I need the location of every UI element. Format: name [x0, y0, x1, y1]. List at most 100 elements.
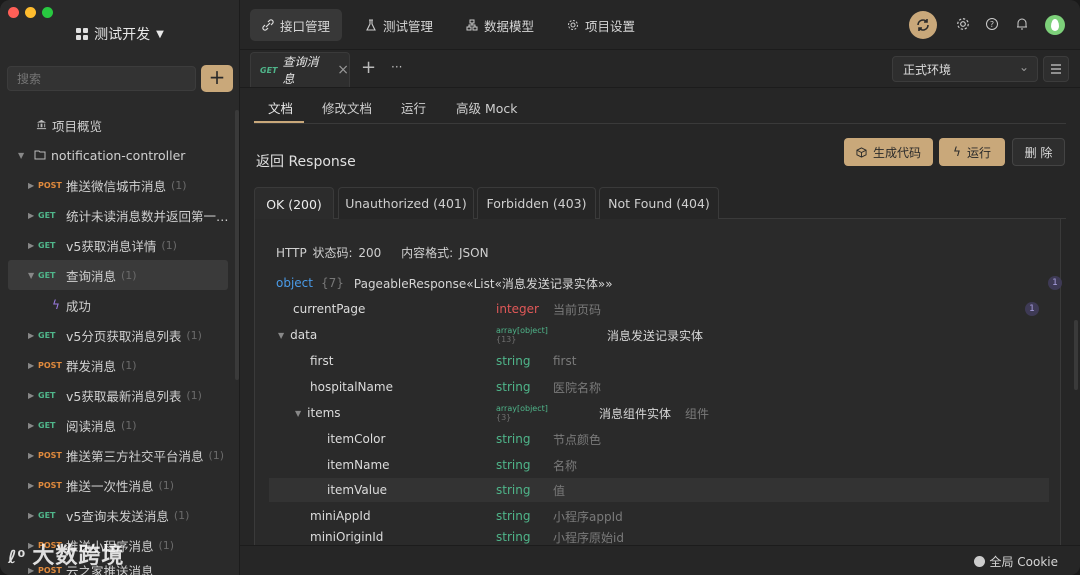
method-badge: GET: [38, 390, 56, 400]
tree-item[interactable]: ▶ POST 推送一次性消息 (1): [0, 470, 240, 500]
zoom-window-button[interactable]: [42, 7, 53, 18]
tree-item[interactable]: ▶ GET v5查询未发送消息 (1): [0, 500, 240, 530]
schema-field-row[interactable]: ▼ items array[object]{3} 消息组件实体 组件: [269, 401, 1049, 425]
chevron-right-icon: ▶: [28, 210, 35, 220]
help-button[interactable]: ?: [985, 17, 999, 31]
field-name: hospitalName: [310, 380, 393, 394]
cookie-icon: [974, 556, 986, 567]
tree-item-count: (1): [158, 478, 175, 492]
schema-root-row[interactable]: object {7} PageableResponse«List«消息发送记录实…: [276, 271, 1062, 295]
tree-folder-notification-controller[interactable]: ▼ notification-controller: [0, 140, 240, 170]
tab-advanced-mock[interactable]: 高级 Mock: [456, 98, 518, 117]
schema-field-row[interactable]: miniAppId string 小程序appId: [269, 504, 1049, 528]
environment-manage-button[interactable]: [1043, 56, 1069, 82]
doc-tab-active[interactable]: GET 查询消息 ×: [250, 52, 350, 87]
minimize-window-button[interactable]: [25, 7, 36, 18]
tab-run[interactable]: 运行: [401, 98, 426, 117]
chevron-down-icon: ⌄: [1018, 60, 1029, 74]
tab-edit-docs[interactable]: 修改文档: [322, 98, 372, 117]
gear-icon: [957, 18, 969, 30]
settings-button[interactable]: [956, 17, 970, 31]
tree-item-label: 群发消息: [66, 358, 117, 374]
delete-button[interactable]: 删 除: [1012, 138, 1065, 166]
tree-item[interactable]: ▶ GET v5分页获取消息列表 (1): [0, 320, 240, 350]
schema-field-row[interactable]: itemName string 名称: [269, 453, 1049, 477]
tree-item-selected[interactable]: ▼ GET 查询消息 (1): [8, 260, 228, 290]
tree-item[interactable]: ▶ POST 推送微信城市消息 (1): [0, 170, 240, 200]
close-window-button[interactable]: [8, 7, 19, 18]
notification-button[interactable]: [1015, 17, 1029, 31]
field-type: string: [496, 458, 531, 472]
tree-item[interactable]: ▶ POST 群发消息 (1): [0, 350, 240, 380]
close-icon[interactable]: ×: [337, 62, 349, 78]
tab-docs[interactable]: 文档: [268, 98, 293, 117]
field-name: currentPage: [293, 302, 366, 316]
schema-field-row[interactable]: currentPage integer 当前页码 1: [269, 297, 1049, 321]
nav-api-management[interactable]: 接口管理: [250, 9, 343, 41]
schema-field-row[interactable]: miniOriginId string 小程序原始id: [269, 529, 1049, 545]
tree-item-example[interactable]: ϟ 成功: [0, 290, 240, 320]
footer-bar: 全局 Cookie: [240, 545, 1080, 575]
tree-item-count: (1): [186, 388, 202, 402]
run-button[interactable]: ϟ 运行: [939, 138, 1005, 166]
root-type: object: [276, 276, 313, 290]
sidebar-scrollbar[interactable]: [235, 110, 239, 380]
tree-item[interactable]: ▶ GET 统计未读消息数并返回第一…: [0, 200, 240, 230]
add-button[interactable]: +: [201, 65, 233, 92]
main-scrollbar[interactable]: [1074, 320, 1078, 390]
tree-item-label: 查询消息: [66, 268, 117, 284]
tree-item-count: (1): [121, 418, 137, 432]
tree-item-count: (1): [121, 358, 137, 372]
tree-item[interactable]: ▶ GET v5获取最新消息列表 (1): [0, 380, 240, 410]
method-badge: GET: [38, 510, 56, 520]
tree-item-count: (1): [173, 508, 190, 522]
tab-ok-200[interactable]: OK (200): [254, 187, 334, 220]
field-desc: 名称: [553, 458, 578, 473]
tree-item-label: 项目概览: [52, 118, 103, 134]
schema-field-row[interactable]: first string first: [269, 349, 1049, 373]
nav-test-management[interactable]: 测试管理: [353, 9, 445, 41]
refresh-icon: [917, 19, 929, 31]
schema-field-row-hovered[interactable]: itemValue string 值: [269, 478, 1049, 502]
tab-forbidden-403[interactable]: Forbidden (403): [477, 187, 596, 219]
schema-badge: 1: [1048, 276, 1062, 290]
tree-item[interactable]: ▶ GET v5获取消息详情 (1): [0, 230, 240, 260]
tree-item[interactable]: ▶ GET 阅读消息 (1): [0, 410, 240, 440]
api-tree: 项目概览 ▼ notification-controller ▶ POST 推送…: [0, 110, 240, 575]
environment-select[interactable]: 正式环境 ⌄: [892, 56, 1038, 82]
field-desc: 消息组件实体: [599, 406, 672, 421]
chevron-down-icon: ▼: [295, 408, 302, 418]
schema-field-row[interactable]: hospitalName string 医院名称: [269, 375, 1049, 399]
tree-item-label: v5查询未发送消息: [66, 508, 169, 524]
field-type: string: [496, 432, 531, 446]
schema-field-row[interactable]: itemColor string 节点颜色: [269, 427, 1049, 451]
search-input[interactable]: [7, 66, 196, 91]
tree-item-overview[interactable]: 项目概览: [0, 110, 240, 140]
project-switcher[interactable]: 测试开发 ▼: [0, 24, 240, 44]
add-tab-button[interactable]: +: [361, 57, 376, 78]
avatar[interactable]: [1045, 15, 1065, 35]
tree-item[interactable]: ▶ POST 推送第三方社交平台消息 (1): [0, 440, 240, 470]
hierarchy-icon: [466, 19, 478, 31]
sync-button[interactable]: [909, 11, 937, 39]
nav-project-settings[interactable]: 项目设置: [555, 9, 647, 41]
tab-not-found-404[interactable]: Not Found (404): [599, 187, 719, 219]
button-label: 运行: [966, 145, 991, 160]
http-status: HTTP 状态码: 200: [276, 246, 382, 260]
method-badge: GET: [38, 240, 56, 250]
response-tabs: OK (200) Unauthorized (401) Forbidden (4…: [254, 187, 1066, 220]
chevron-down-icon: ▼: [28, 270, 35, 280]
tree-item-label: notification-controller: [51, 147, 186, 163]
response-meta: HTTP 状态码: 200 内容格式: JSON: [276, 244, 489, 261]
tab-unauthorized-401[interactable]: Unauthorized (401): [338, 187, 474, 219]
chevron-down-icon: ▼: [18, 150, 25, 160]
more-tabs-button[interactable]: ···: [391, 60, 402, 74]
field-name: itemValue: [327, 483, 388, 497]
nav-data-model[interactable]: 数据模型: [454, 9, 546, 41]
sub-tabs: 文档 修改文档 运行 高级 Mock: [254, 88, 1066, 124]
tree-item-label: 推送一次性消息: [66, 478, 154, 494]
schema-field-row[interactable]: ▼ data array[object]{13} 消息发送记录实体: [269, 323, 1049, 347]
generate-code-button[interactable]: 生成代码: [844, 138, 933, 166]
global-cookie-button[interactable]: 全局 Cookie: [974, 553, 1058, 570]
chevron-right-icon: ▶: [28, 480, 35, 490]
